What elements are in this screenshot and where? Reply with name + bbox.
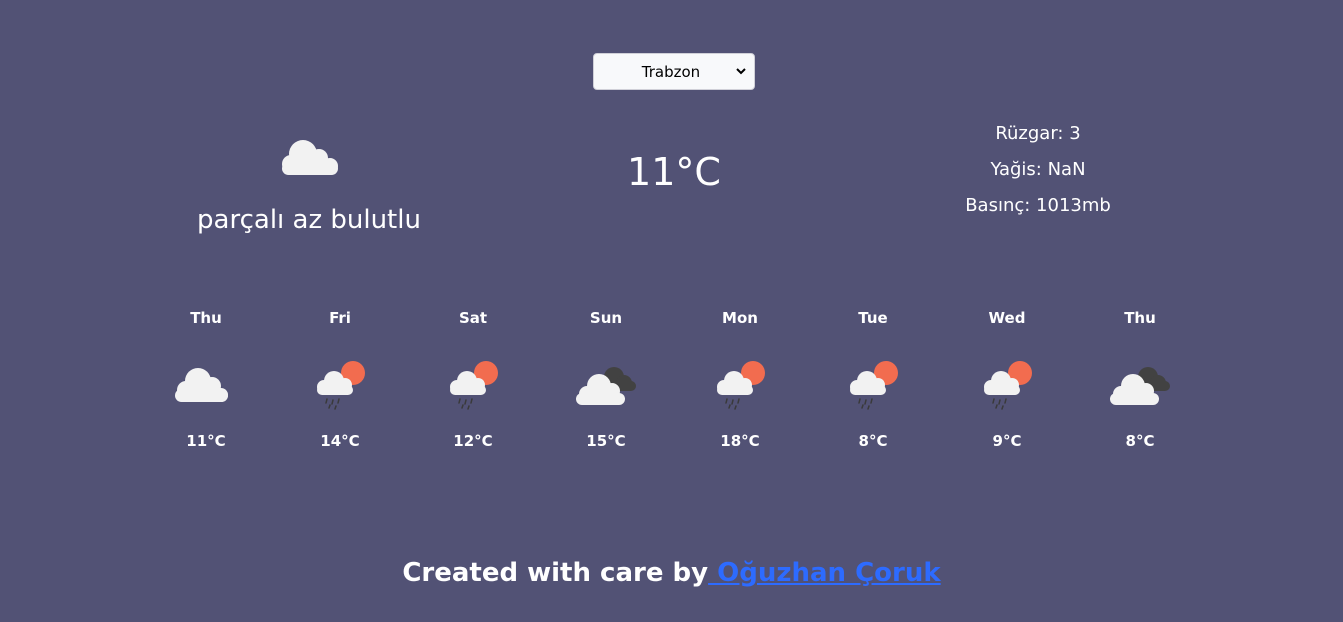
forecast-day-name: Wed <box>988 309 1026 327</box>
author-link[interactable]: Oğuzhan Çoruk <box>708 558 941 588</box>
forecast-temp: 18°C <box>720 432 760 450</box>
forecast-temp: 12°C <box>453 432 493 450</box>
forecast-day-name: Fri <box>329 309 351 327</box>
forecast-temp: 14°C <box>320 432 360 450</box>
city-select[interactable]: Trabzon <box>593 53 755 90</box>
sun-cloud-rain-icon <box>984 361 1032 410</box>
wind-value: Rüzgar: 3 <box>995 123 1081 144</box>
forecast-day: Thu 11°C <box>146 307 266 450</box>
sun-cloud-rain-icon <box>317 361 365 410</box>
footer-text: Created with care by <box>402 558 709 588</box>
overcast-clouds-icon <box>1110 367 1170 405</box>
forecast-list: Thu 11°C Fri 14°C Sat 12°C Sun 15°C Mon … <box>0 307 1343 467</box>
forecast-temp: 15°C <box>586 432 626 450</box>
sun-cloud-rain-icon <box>450 361 498 410</box>
city-select-value: Trabzon <box>641 62 701 81</box>
chevron-down-icon <box>736 68 746 75</box>
sun-cloud-rain-icon <box>850 361 898 410</box>
forecast-temp: 8°C <box>1125 432 1155 450</box>
weather-description: parçalı az bulutlu <box>197 205 421 235</box>
cloud-icon <box>175 368 228 402</box>
weather-details: Rüzgar: 3 Yağis: NaN Basınç: 1013mb <box>938 121 1138 229</box>
forecast-temp: 11°C <box>186 432 226 450</box>
precipitation-value: Yağis: NaN <box>990 159 1086 180</box>
forecast-day: Sat 12°C <box>413 307 533 450</box>
pressure-value: Basınç: 1013mb <box>965 195 1111 216</box>
forecast-day: Mon 18°C <box>680 307 800 450</box>
sun-cloud-rain-icon <box>717 361 765 410</box>
forecast-day: Sun 15°C <box>546 307 666 450</box>
footer-credit: Created with care by Oğuzhan Çoruk <box>0 558 1343 588</box>
forecast-day-name: Sat <box>458 309 488 327</box>
cloud-icon <box>282 140 338 175</box>
current-temperature: 11°C <box>627 150 721 194</box>
forecast-temp: 8°C <box>858 432 888 450</box>
overcast-clouds-icon <box>576 367 636 405</box>
forecast-day-name: Mon <box>722 309 758 327</box>
forecast-day: Fri 14°C <box>280 307 400 450</box>
forecast-day-name: Thu <box>1124 309 1156 327</box>
forecast-day-name: Tue <box>858 309 888 327</box>
forecast-day-name: Thu <box>190 309 222 327</box>
forecast-day: Tue 8°C <box>813 307 933 450</box>
forecast-temp: 9°C <box>992 432 1022 450</box>
forecast-day: Thu 8°C <box>1080 307 1200 450</box>
forecast-day: Wed 9°C <box>947 307 1067 450</box>
forecast-day-name: Sun <box>589 309 623 327</box>
